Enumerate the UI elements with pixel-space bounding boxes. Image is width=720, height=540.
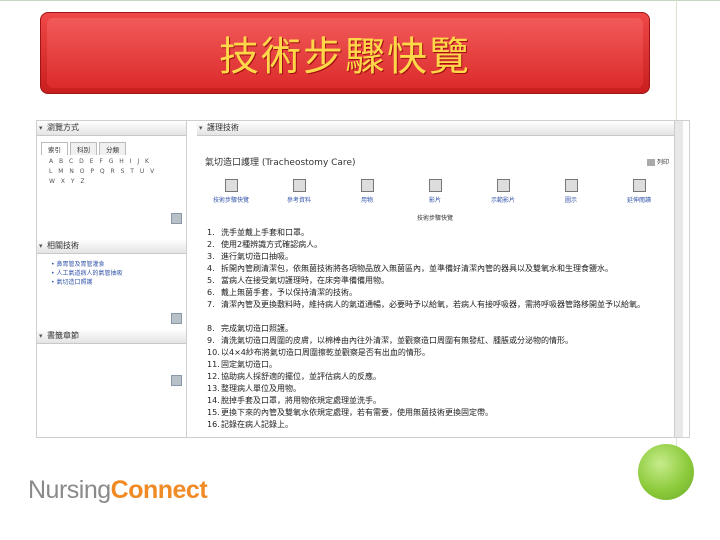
- step-item: 7. 清潔內管及更換敷料時，維持病人的氣道通暢，必要時予以給氧，若病人有接呼吸器，…: [207, 300, 645, 309]
- tool-label: 示範影片: [490, 197, 515, 204]
- bookmark-panel-header[interactable]: 書籤章節: [37, 329, 186, 344]
- step-text: 完成氣切造口照護。: [221, 324, 293, 333]
- edit-icon[interactable]: [171, 313, 182, 324]
- edit-icon[interactable]: [171, 213, 182, 224]
- printer-icon: [646, 159, 655, 166]
- related-panel: 相關技術 鼻胃管及胃管灌食 人工氣道病人的氣管抽吸 氣切造口照護: [37, 239, 187, 329]
- left-column: 瀏覽方式 索引 科別 分類 A B C D E F G H I J K L M …: [37, 121, 187, 437]
- section-label: 技術步驟快覽: [416, 215, 453, 222]
- step-item: 2. 使用2種辨識方式確認病人。: [207, 240, 323, 249]
- document-title: 氣切造口護理 (Tracheostomy Care): [205, 158, 356, 168]
- step-text: 以4×4紗布將氣切造口周圍擦乾並觀察是否有出血的情形。: [221, 348, 430, 357]
- tool-supplies[interactable]: 用物: [333, 179, 401, 204]
- toolbar: 技術步驟快覽 參考資料 用物 影片 示範影片 圖示 延伸閱讀: [197, 179, 673, 204]
- tool-label: 參考資料: [286, 197, 311, 204]
- slide-title: 技術步驟快覽: [219, 34, 471, 80]
- step-item: 4. 拆開內管刷清潔包，依無菌技術將各項物品放入無菌區內，並準備好清潔內管的器具以…: [207, 264, 613, 273]
- step-item: 9. 清洗氣切造口周圍的皮膚，以棉棒由內往外清潔，並觀察造口周圍有無發紅、腫脹或分…: [207, 336, 573, 345]
- step-item: 5. 當病人在接受氣切護理時，在床旁準備備用物。: [207, 276, 389, 285]
- main-panel-header[interactable]: 護理技術: [197, 121, 683, 136]
- tool-label: 用物: [360, 197, 373, 204]
- alphabet-index[interactable]: A B C D E F G H I J K L M N O P Q R S T …: [37, 155, 171, 189]
- tool-further-reading[interactable]: 延伸閱讀: [605, 179, 673, 204]
- step-item: 8. 完成氣切造口照護。: [207, 324, 293, 333]
- video-icon: [428, 179, 442, 192]
- step-item: 14.脫掉手套及口罩，將用物依規定處理並洗手。: [207, 396, 381, 405]
- top-rule: [0, 0, 720, 1]
- bookmark-panel: 書籤章節: [37, 329, 187, 437]
- print-button[interactable]: 列印: [646, 157, 669, 166]
- print-label: 列印: [656, 159, 669, 166]
- step-item: 12.協助病人採舒適的擺位，並評估病人的反應。: [207, 372, 381, 381]
- logo-part-connect: Connect: [110, 476, 208, 504]
- step-text: 固定氣切造口。: [221, 360, 277, 369]
- related-links: 鼻胃管及胃管灌食 人工氣道病人的氣管抽吸 氣切造口照護: [37, 254, 186, 287]
- step-item: 10.以4×4紗布將氣切造口周圍擦乾並觀察是否有出血的情形。: [207, 348, 430, 357]
- box-icon: [360, 179, 374, 192]
- step-text: 記錄在病人記錄上。: [221, 420, 293, 429]
- step-text: 使用2種辨識方式確認病人。: [221, 240, 323, 249]
- step-text: 清潔內管及更換敷料時，維持病人的氣道通暢，必要時予以給氧，若病人有接呼吸器，需將…: [221, 300, 645, 309]
- step-text: 當病人在接受氣切護理時，在床旁準備備用物。: [221, 276, 389, 285]
- tool-quick-steps[interactable]: 技術步驟快覽: [197, 179, 265, 204]
- tab-category[interactable]: 分類: [99, 142, 126, 155]
- step-text: 戴上無菌手套，予以保持清潔的技術。: [221, 288, 357, 297]
- tab-index[interactable]: 索引: [41, 142, 68, 155]
- screenshot-frame: 瀏覽方式 索引 科別 分類 A B C D E F G H I J K L M …: [36, 120, 690, 438]
- slide-title-box: 技術步驟快覽: [40, 12, 650, 94]
- tool-demo-video[interactable]: 示範影片: [469, 179, 537, 204]
- film-icon: [496, 179, 510, 192]
- step-item: 1. 洗手並戴上手套和口罩。: [207, 228, 309, 237]
- step-text: 拆開內管刷清潔包，依無菌技術將各項物品放入無菌區內，並準備好清潔內管的器具以及雙…: [221, 264, 613, 273]
- browse-tabs: 索引 科別 分類: [37, 136, 186, 155]
- tool-images[interactable]: 圖示: [537, 179, 605, 204]
- step-item: 13.整理病人單位及用物。: [207, 384, 301, 393]
- tool-video[interactable]: 影片: [401, 179, 469, 204]
- main-column: 護理技術 氣切造口護理 (Tracheostomy Care) 列印 技術步驟快…: [197, 121, 683, 437]
- book-icon: [292, 179, 306, 192]
- image-icon: [564, 179, 578, 192]
- nursingconnect-logo: NursingConnect: [28, 476, 208, 505]
- list-icon: [224, 179, 238, 192]
- tool-label: 影片: [428, 197, 441, 204]
- step-text: 進行氣切造口抽吸。: [221, 252, 293, 261]
- browse-panel: 瀏覽方式 索引 科別 分類 A B C D E F G H I J K L M …: [37, 121, 187, 239]
- step-text: 清洗氣切造口周圍的皮膚，以棉棒由內往外清潔，並觀察造口周圍有無發紅、腫脹或分泌物…: [221, 336, 573, 345]
- related-link[interactable]: 氣切造口照護: [51, 278, 186, 287]
- step-text: 洗手並戴上手套和口罩。: [221, 228, 309, 237]
- edit-icon[interactable]: [171, 375, 182, 386]
- vertical-scrollbar[interactable]: [674, 121, 683, 437]
- tool-label: 技術步驟快覽: [212, 197, 249, 204]
- tool-label: 延伸閱讀: [626, 197, 651, 204]
- tab-department[interactable]: 科別: [70, 142, 97, 155]
- related-link[interactable]: 鼻胃管及胃管灌食: [51, 260, 186, 269]
- steps-list: 1. 洗手並戴上手套和口罩。 2. 使用2種辨識方式確認病人。 3. 進行氣切造口抽吸…: [207, 227, 663, 431]
- step-item: 6. 戴上無菌手套，予以保持清潔的技術。: [207, 288, 357, 297]
- step-item: 3. 進行氣切造口抽吸。: [207, 252, 293, 261]
- step-item: 15.更換下來的內管及雙氧水依規定處理，若有需要，使用無菌技術更換固定帶。: [207, 408, 493, 417]
- document-icon: [632, 179, 646, 192]
- step-item: 16.記錄在病人記錄上。: [207, 420, 293, 429]
- slide-title-inner: 技術步驟快覽: [47, 18, 643, 88]
- step-text: 脫掉手套及口罩，將用物依規定處理並洗手。: [221, 396, 381, 405]
- step-item: 11.固定氣切造口。: [207, 360, 277, 369]
- step-text: 整理病人單位及用物。: [221, 384, 301, 393]
- tool-references[interactable]: 參考資料: [265, 179, 333, 204]
- step-text: 更換下來的內管及雙氧水依規定處理，若有需要，使用無菌技術更換固定帶。: [221, 408, 493, 417]
- logo-part-nursing: Nursing: [28, 476, 111, 504]
- step-text: 協助病人採舒適的擺位，並評估病人的反應。: [221, 372, 381, 381]
- related-link[interactable]: 人工氣道病人的氣管抽吸: [51, 269, 186, 278]
- decorative-circle: [638, 444, 694, 500]
- browse-panel-header[interactable]: 瀏覽方式: [37, 121, 186, 136]
- related-panel-header[interactable]: 相關技術: [37, 239, 186, 254]
- tool-label: 圖示: [564, 197, 577, 204]
